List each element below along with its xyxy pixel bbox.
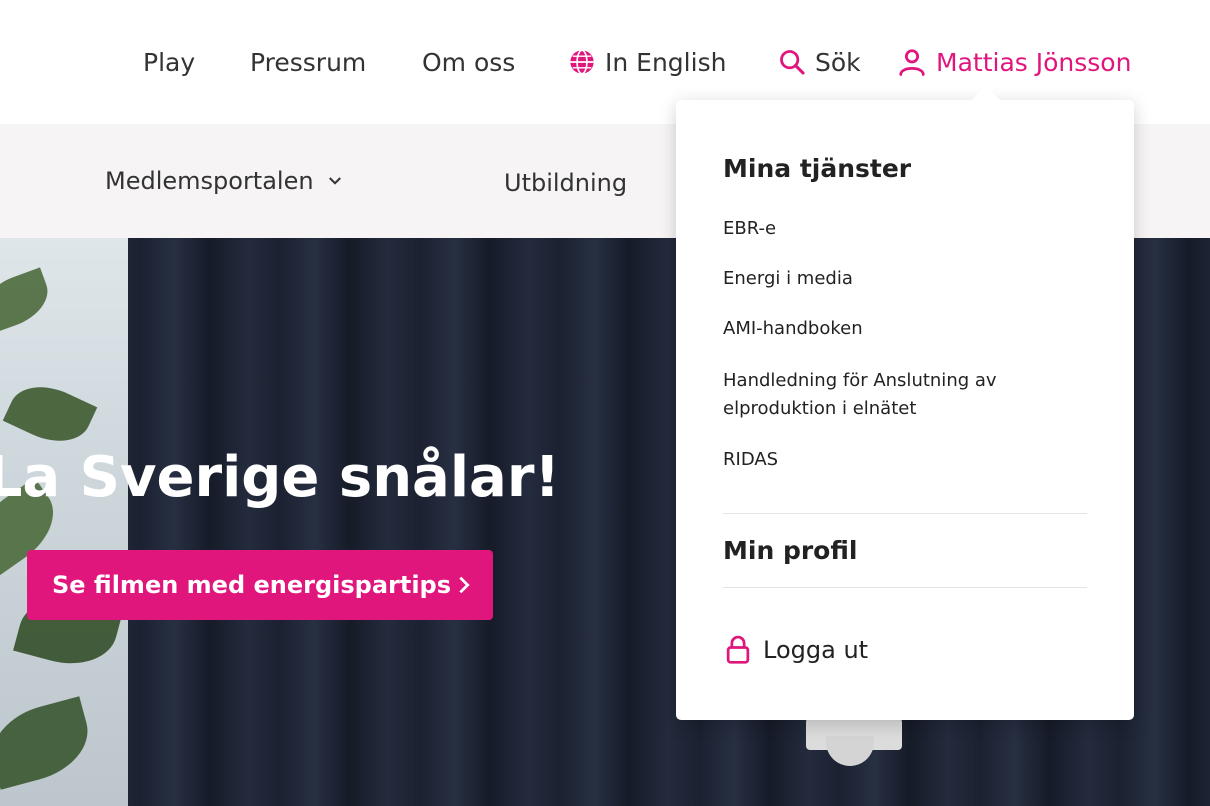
- user-menu-link[interactable]: Mattias Jönsson: [897, 44, 1131, 80]
- hero-plant-image: [0, 238, 128, 806]
- service-link-ebr-e[interactable]: EBR-e: [723, 215, 1093, 243]
- nav-english-link[interactable]: In English: [568, 44, 726, 80]
- watch-film-button[interactable]: Se filmen med energispartips: [27, 550, 493, 620]
- nav-play-label: Play: [143, 47, 196, 77]
- dropdown-divider: [723, 513, 1087, 514]
- nav-om-oss-link[interactable]: Om oss: [422, 44, 515, 80]
- chevron-right-icon: [453, 574, 475, 596]
- logout-link[interactable]: Logga ut: [723, 632, 868, 668]
- user-name-label: Mattias Jönsson: [936, 47, 1132, 77]
- hero-title: nELa Sverige snålar!: [0, 444, 560, 510]
- nav-search-link[interactable]: Sök: [778, 44, 861, 80]
- nav-pressrum-label: Pressrum: [250, 47, 367, 77]
- search-icon: [778, 48, 806, 76]
- lock-icon: [723, 634, 753, 666]
- nav-om-oss-label: Om oss: [422, 47, 516, 77]
- user-icon: [897, 47, 927, 77]
- nav-medlemsportalen-label: Medlemsportalen: [105, 167, 314, 195]
- nav-utbildning-label: Utbildning: [504, 169, 628, 197]
- nav-medlemsportalen[interactable]: Medlemsportalen: [105, 162, 344, 200]
- globe-icon: [568, 48, 596, 76]
- dropdown-divider: [723, 587, 1087, 588]
- services-heading: Mina tjänster: [723, 154, 912, 183]
- lamp-bulb-shape: [826, 736, 874, 766]
- service-link-energi-i-media[interactable]: Energi i media: [723, 265, 1093, 293]
- watch-film-label: Se filmen med energispartips: [52, 571, 452, 599]
- nav-utbildning[interactable]: Utbildning: [504, 164, 627, 202]
- service-link-ridas[interactable]: RIDAS: [723, 446, 1093, 474]
- nav-pressrum-link[interactable]: Pressrum: [250, 44, 366, 80]
- service-link-handledning[interactable]: Handledning för Anslutning av elprodukti…: [723, 367, 1093, 423]
- nav-search-label: Sök: [815, 47, 861, 77]
- logout-label: Logga ut: [763, 636, 869, 664]
- service-link-ami-handboken[interactable]: AMI-handboken: [723, 315, 1093, 343]
- user-dropdown-menu: Mina tjänster EBR-e Energi i media AMI-h…: [676, 85, 1134, 720]
- nav-play-link[interactable]: Play: [143, 44, 195, 80]
- profile-link[interactable]: Min profil: [723, 536, 857, 565]
- nav-english-label: In English: [605, 47, 727, 77]
- chevron-down-icon: [326, 172, 344, 190]
